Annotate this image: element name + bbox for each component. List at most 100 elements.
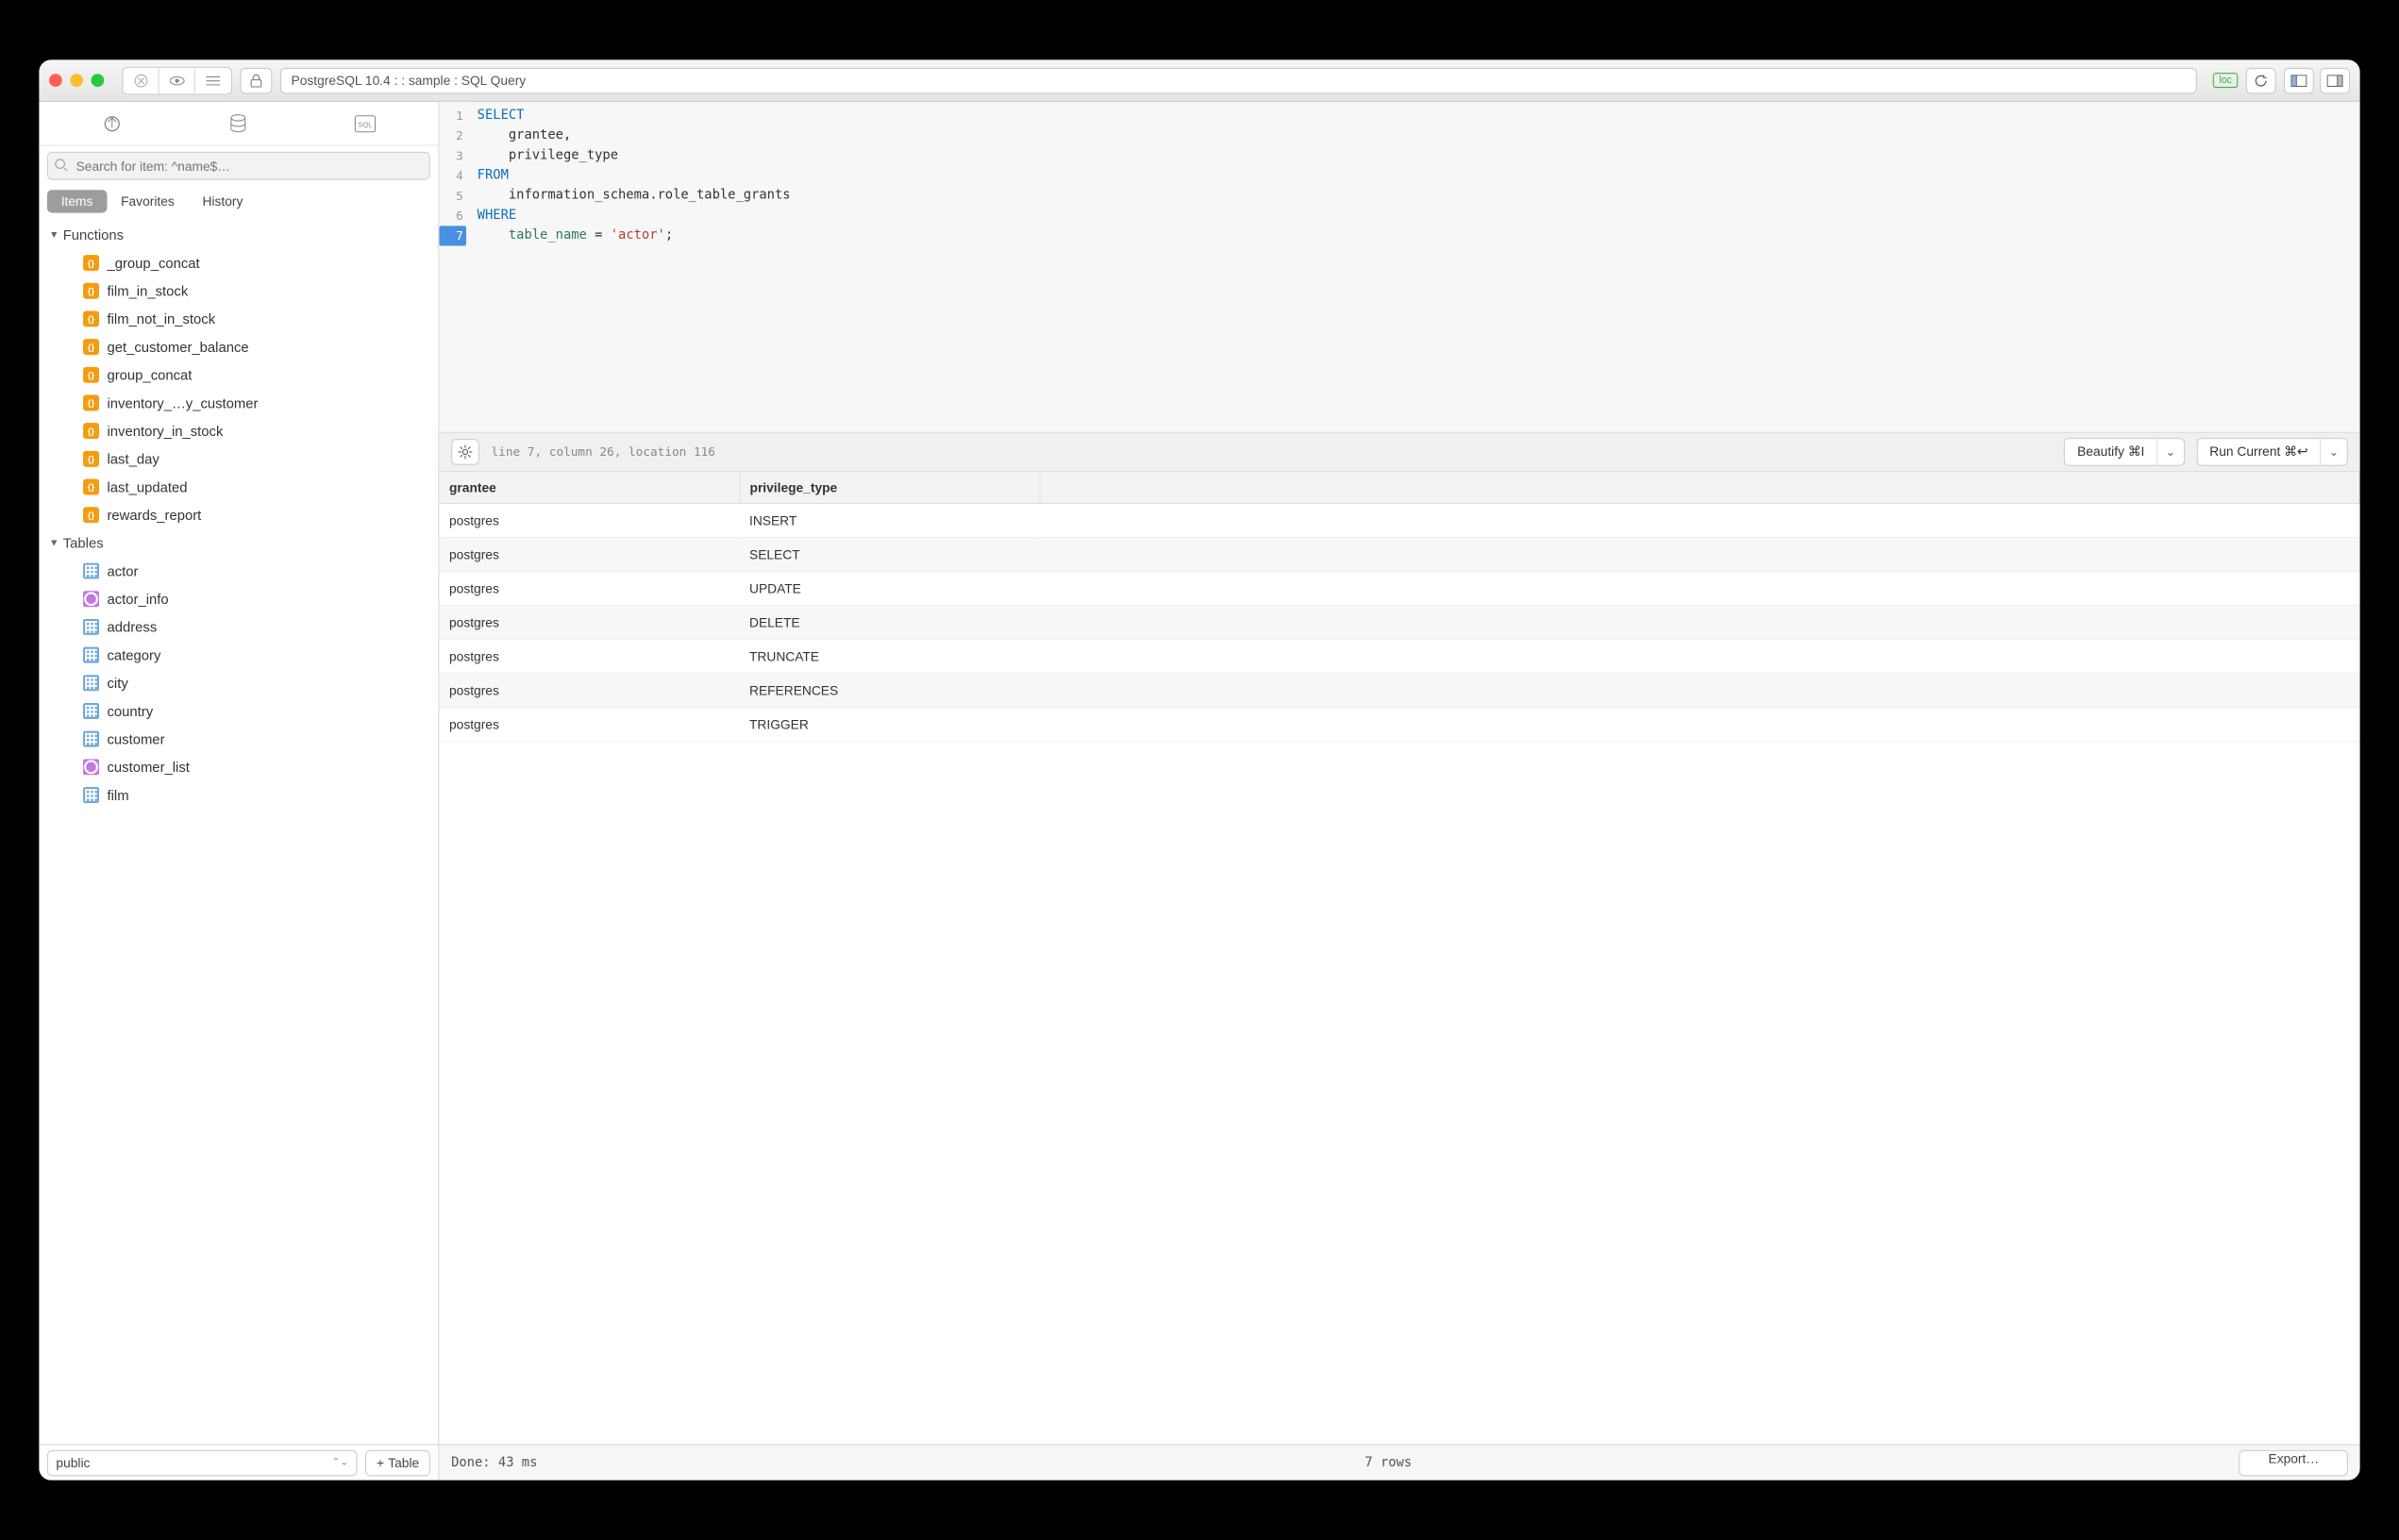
object-tree[interactable]: ▼ Functions {}_group_concat{}film_in_sto… (39, 221, 438, 1444)
function-item[interactable]: {} get_customer_balance (39, 333, 438, 361)
function-item[interactable]: {}_group_concat (39, 249, 438, 277)
close-window-button[interactable] (49, 74, 62, 87)
function-item[interactable]: {}film_not_in_stock (39, 305, 438, 333)
add-table-button[interactable]: + Table (365, 1449, 430, 1476)
table-item[interactable]: category (39, 641, 438, 669)
editor-gutter: 1234567 (439, 102, 469, 432)
result-cell[interactable]: REFERENCES (739, 674, 1039, 708)
result-row[interactable]: postgresSELECT (439, 538, 2359, 572)
group-functions[interactable]: ▼ Functions (39, 221, 438, 249)
result-row[interactable]: postgresUPDATE (439, 572, 2359, 606)
result-row[interactable]: postgresREFERENCES (439, 674, 2359, 708)
reload-button[interactable] (2246, 67, 2276, 93)
tab-favorites[interactable]: Favorites (107, 190, 188, 212)
database-icon[interactable] (224, 109, 254, 139)
result-cell[interactable]: postgres (439, 640, 739, 674)
table-name: customer_list (107, 759, 189, 775)
connection-title-text: PostgreSQL 10.4 : : sample : SQL Query (292, 73, 527, 88)
sql-icon[interactable]: SQL (350, 109, 380, 139)
result-cell[interactable]: INSERT (739, 504, 1039, 538)
table-icon (83, 647, 99, 663)
function-name: inventory_in_stock (107, 423, 223, 439)
list-button[interactable] (195, 67, 231, 93)
toggle-left-panel-button[interactable] (2284, 67, 2314, 93)
table-item[interactable]: customer_list (39, 753, 438, 781)
function-item[interactable]: {}inventory_…y_customer (39, 389, 438, 417)
lock-button[interactable] (240, 67, 272, 93)
table-name: actor (107, 563, 138, 579)
search-icon (54, 158, 68, 172)
table-item[interactable]: city (39, 669, 438, 697)
connection-title[interactable]: PostgreSQL 10.4 : : sample : SQL Query (280, 67, 2197, 93)
result-cell[interactable]: TRUNCATE (739, 640, 1039, 674)
function-item[interactable]: {}last_day (39, 445, 438, 474)
result-row[interactable]: postgresDELETE (439, 606, 2359, 640)
view-toggle-group (2284, 67, 2350, 93)
updown-icon: ⌃⌄ (332, 1457, 349, 1468)
function-icon: {} (83, 367, 99, 383)
table-item[interactable]: customer (39, 725, 438, 753)
result-row[interactable]: postgresINSERT (439, 504, 2359, 538)
function-item[interactable]: {}last_updated (39, 473, 438, 501)
function-item[interactable]: {}inventory_in_stock (39, 417, 438, 445)
result-cell[interactable]: UPDATE (739, 572, 1039, 606)
search-input[interactable] (47, 152, 430, 180)
table-name: category (107, 647, 160, 663)
plus-icon: + (377, 1455, 384, 1470)
results-grid[interactable]: granteeprivilege_type postgresINSERTpost… (439, 472, 2359, 1444)
result-cell[interactable]: postgres (439, 708, 739, 742)
result-row[interactable]: postgresTRUNCATE (439, 640, 2359, 674)
group-tables[interactable]: ▼ Tables (39, 529, 438, 558)
result-cell[interactable]: SELECT (739, 538, 1039, 572)
result-cell[interactable]: postgres (439, 538, 739, 572)
table-item[interactable]: country (39, 697, 438, 726)
function-item[interactable]: {} group_concat (39, 360, 438, 389)
beautify-button[interactable]: Beautify ⌘I ⌄ (2064, 438, 2184, 466)
export-button[interactable]: Export… (2240, 1449, 2348, 1476)
chevron-down-icon[interactable]: ⌄ (2321, 439, 2347, 465)
table-item[interactable]: actor (39, 557, 438, 585)
table-name: customer (107, 731, 164, 747)
result-cell[interactable]: postgres (439, 572, 739, 606)
schema-selector[interactable]: public ⌃⌄ (47, 1449, 358, 1476)
function-name: film_not_in_stock (107, 310, 215, 326)
chevron-down-icon[interactable]: ⌄ (2157, 439, 2184, 465)
function-name: group_concat (107, 367, 192, 383)
result-cell[interactable]: postgres (439, 674, 739, 708)
result-cell[interactable]: postgres (439, 606, 739, 640)
zoom-window-button[interactable] (92, 74, 105, 87)
view-icon (83, 591, 99, 607)
preview-button[interactable] (159, 67, 195, 93)
function-icon: {} (83, 451, 99, 467)
result-row[interactable]: postgresTRIGGER (439, 708, 2359, 742)
minimize-window-button[interactable] (70, 74, 83, 87)
editor-code[interactable]: SELECT grantee, privilege_typeFROM infor… (469, 102, 2359, 432)
editor-settings-button[interactable] (451, 439, 479, 465)
sql-editor[interactable]: 1234567 SELECT grantee, privilege_typeFR… (439, 102, 2359, 432)
table-name: city (107, 675, 127, 691)
toggle-right-panel-button[interactable] (2320, 67, 2350, 93)
function-name: get_customer_balance (107, 339, 248, 355)
connections-icon[interactable] (97, 109, 127, 139)
result-cell[interactable]: postgres (439, 504, 739, 538)
run-button[interactable]: Run Current ⌘↩ ⌄ (2196, 438, 2347, 466)
table-icon (83, 731, 99, 747)
tab-items[interactable]: Items (47, 190, 107, 212)
table-item[interactable]: address (39, 613, 438, 642)
cursor-position: line 7, column 26, location 116 (492, 445, 715, 460)
function-icon: {} (83, 395, 99, 411)
result-cell[interactable]: DELETE (739, 606, 1039, 640)
result-cell[interactable]: TRIGGER (739, 708, 1039, 742)
table-item[interactable]: film (39, 781, 438, 810)
sidebar-footer: public ⌃⌄ + Table (39, 1444, 438, 1480)
column-header[interactable]: privilege_type (739, 472, 1039, 503)
tab-history[interactable]: History (189, 190, 258, 212)
column-header[interactable]: grantee (439, 472, 739, 503)
function-icon: {} (83, 339, 99, 355)
stop-button[interactable] (123, 67, 159, 93)
table-icon (83, 563, 99, 579)
status-rowcount: 7 rows (537, 1455, 2239, 1470)
table-item[interactable]: actor_info (39, 585, 438, 613)
function-item[interactable]: {}rewards_report (39, 501, 438, 529)
function-item[interactable]: {}film_in_stock (39, 276, 438, 305)
